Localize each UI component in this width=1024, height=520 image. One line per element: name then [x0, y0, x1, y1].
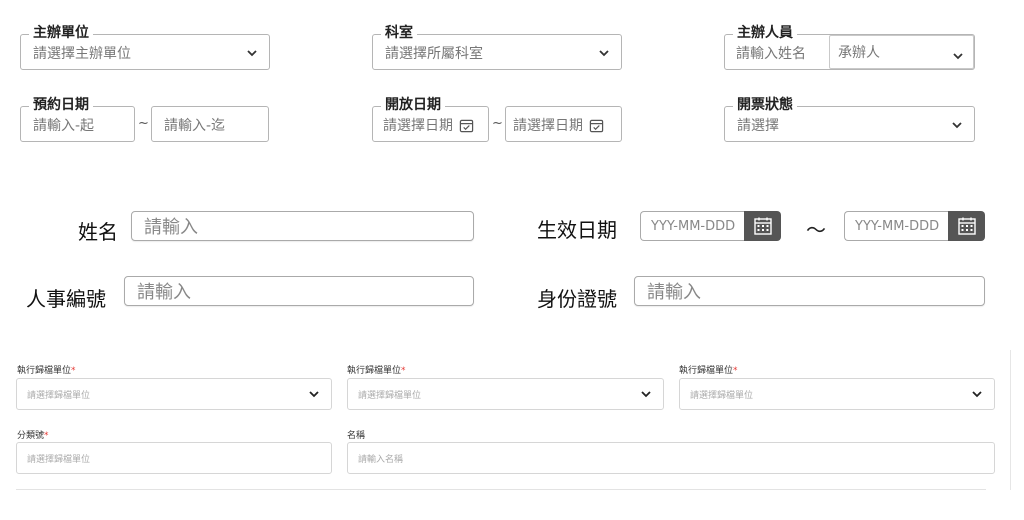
category-no-input[interactable]: 請選擇歸檔單位 — [16, 442, 332, 474]
open-date-separator: ~ — [492, 116, 503, 131]
effective-date-to-placeholder: YYY-MM-DDD — [855, 218, 940, 234]
calendar-icon — [957, 217, 976, 235]
effective-date-from-input[interactable]: YYY-MM-DDD — [640, 211, 744, 241]
open-date-from-placeholder: 請選擇日期 — [383, 118, 453, 134]
effective-date-from-placeholder: YYY-MM-DDD — [651, 218, 736, 234]
archive-unit-1-select[interactable]: 請選擇歸檔單位 — [16, 378, 332, 410]
archive-unit-3-select[interactable]: 請選擇歸檔單位 — [679, 378, 995, 410]
id-no-label: 身份證號 — [537, 287, 617, 311]
calendar-button[interactable] — [948, 211, 985, 241]
category-no-label: 分類號* — [17, 431, 49, 441]
name-field-label: 名稱 — [347, 431, 366, 441]
reserve-date-legend: 預約日期 — [29, 96, 93, 114]
reserve-date-separator: ~ — [138, 116, 149, 131]
chevron-down-icon[interactable] — [951, 49, 965, 63]
host-unit-legend: 主辦單位 — [29, 24, 93, 42]
host-unit-field[interactable]: 主辦單位 請選擇主辦單位 — [20, 24, 270, 70]
name-field-input[interactable]: 請輸入名稱 — [347, 442, 995, 474]
open-date-to-placeholder: 請選擇日期 — [513, 118, 583, 134]
chevron-down-icon[interactable] — [950, 118, 964, 132]
reserve-date-to-placeholder: 請輸入-迄 — [164, 118, 226, 134]
ticket-status-placeholder: 請選擇 — [737, 118, 779, 134]
department-placeholder: 請選擇所屬科室 — [385, 46, 483, 62]
employee-no-input[interactable]: 請輸入 — [124, 276, 474, 306]
name-input[interactable]: 請輸入 — [131, 211, 474, 241]
effective-date-label: 生效日期 — [537, 218, 617, 242]
open-date-legend: 開放日期 — [381, 96, 445, 114]
divider — [16, 489, 986, 490]
id-no-placeholder: 請輸入 — [647, 282, 701, 303]
department-legend: 科室 — [381, 24, 417, 42]
effective-date-to[interactable]: YYY-MM-DDD — [844, 211, 985, 241]
archive-unit-2-label: 執行歸檔單位* — [347, 366, 406, 376]
name-label: 姓名 — [78, 220, 118, 244]
effective-date-from[interactable]: YYY-MM-DDD — [640, 211, 781, 241]
host-unit-placeholder: 請選擇主辦單位 — [33, 46, 131, 62]
calendar-check-icon[interactable] — [589, 118, 604, 133]
reserve-date-from-placeholder: 請輸入-起 — [33, 118, 95, 134]
open-date-to[interactable]: 請選擇日期 — [505, 106, 622, 142]
name-placeholder: 請輸入 — [144, 217, 198, 238]
ticket-status-field[interactable]: 開票狀態 請選擇 — [724, 96, 975, 142]
employee-no-label: 人事編號 — [26, 287, 106, 311]
reserve-date-to[interactable]: 請輸入-迄 — [151, 106, 269, 142]
host-person-role-value: 承辦人 — [838, 45, 880, 61]
archive-unit-2-select[interactable]: 請選擇歸檔單位 — [347, 378, 664, 410]
archive-unit-2-placeholder: 請選擇歸檔單位 — [358, 390, 422, 401]
host-person-role-select[interactable]: 承辦人 — [829, 35, 974, 69]
effective-date-separator: ～ — [806, 218, 826, 242]
chevron-down-icon[interactable] — [245, 46, 259, 60]
chevron-down-icon[interactable] — [307, 387, 321, 401]
open-date-from[interactable]: 開放日期 請選擇日期 — [372, 96, 489, 142]
calendar-check-icon[interactable] — [459, 118, 474, 133]
host-person-field: 主辦人員 請輸入姓名 承辦人 — [724, 24, 975, 70]
host-person-name-placeholder: 請輸入姓名 — [736, 45, 806, 62]
chevron-down-icon[interactable] — [639, 387, 653, 401]
department-field[interactable]: 科室 請選擇所屬科室 — [372, 24, 622, 70]
host-person-name-input[interactable]: 請輸入姓名 — [729, 40, 823, 65]
name-field-placeholder: 請輸入名稱 — [358, 454, 404, 465]
archive-unit-3-placeholder: 請選擇歸檔單位 — [690, 390, 754, 401]
calendar-button[interactable] — [744, 211, 781, 241]
calendar-icon — [753, 217, 772, 235]
chevron-down-icon[interactable] — [970, 387, 984, 401]
effective-date-to-input[interactable]: YYY-MM-DDD — [844, 211, 948, 241]
employee-no-placeholder: 請輸入 — [137, 282, 191, 303]
chevron-down-icon[interactable] — [597, 46, 611, 60]
id-no-input[interactable]: 請輸入 — [634, 276, 985, 306]
archive-unit-1-placeholder: 請選擇歸檔單位 — [27, 390, 91, 401]
archive-unit-3-label: 執行歸檔單位* — [679, 366, 738, 376]
scrollbar-track[interactable] — [1010, 350, 1011, 490]
archive-unit-1-label: 執行歸檔單位* — [17, 366, 76, 376]
reserve-date-from[interactable]: 預約日期 請輸入-起 — [20, 96, 135, 142]
category-no-placeholder: 請選擇歸檔單位 — [27, 454, 91, 465]
ticket-status-legend: 開票狀態 — [733, 96, 797, 114]
